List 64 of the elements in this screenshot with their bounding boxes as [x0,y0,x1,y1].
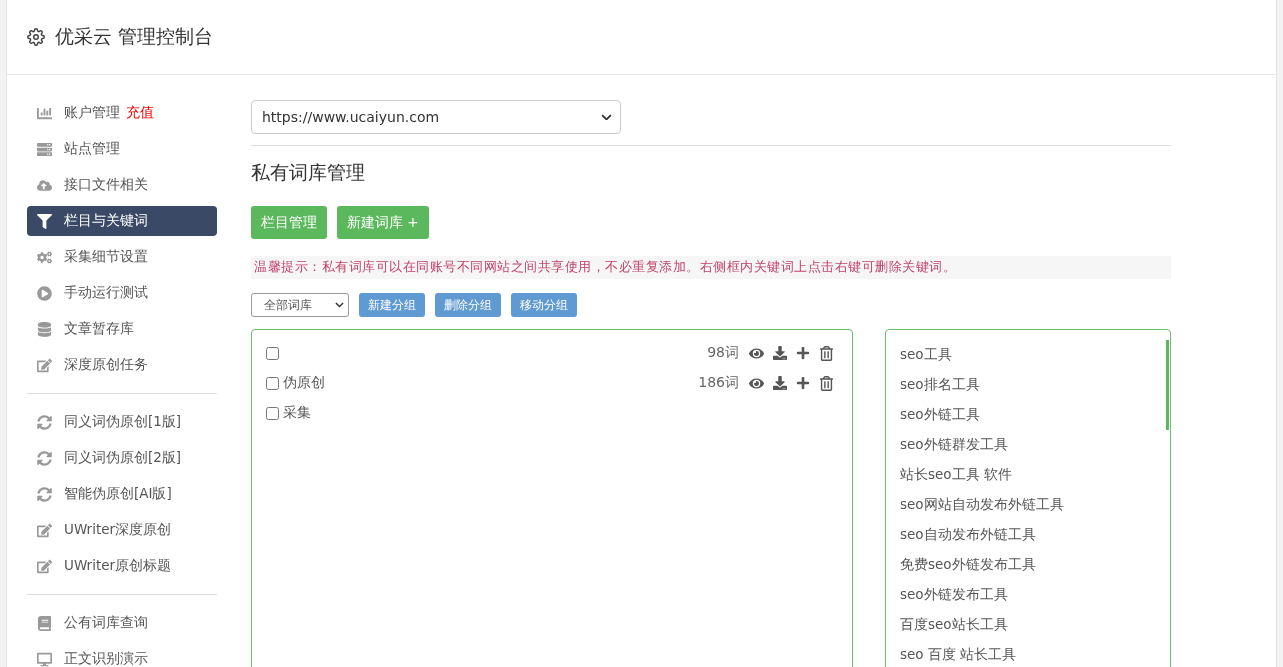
section-heading: 私有词库管理 [251,160,366,185]
sidebar-item[interactable]: 公有词库查询 [27,608,217,638]
word-count: 186词 [698,374,739,392]
sidebar-item[interactable]: 手动运行测试 [27,278,217,308]
filter-icon [37,213,52,229]
scrollbar[interactable] [1166,340,1169,430]
keyword-item[interactable]: seo工具 [886,340,1162,370]
sidebar-item[interactable]: 智能伪原创[AI版] [27,479,217,509]
edit-icon [37,357,52,373]
site-select[interactable]: https://www.ucaiyun.com [251,100,621,134]
keyword-item[interactable]: seo排名工具 [886,370,1162,400]
keyword-item[interactable]: 百度seo站长工具 [886,610,1162,640]
notice-text: 温馨提示：私有词库可以在同账号不同网站之间共享使用，不必重复添加。右侧框内关键词上点击右键可删除关键词。 [251,256,1171,279]
library-select[interactable]: 全部词库 [251,293,349,317]
chevron-down-icon [335,302,344,308]
plus-icon[interactable] [796,346,810,360]
sidebar-item[interactable]: 采集细节设置 [27,242,217,272]
recharge-link[interactable]: 充值 [126,104,154,122]
download-icon[interactable] [773,376,787,390]
keyword-item[interactable]: seo自动发布外链工具 [886,520,1162,550]
database-icon [37,321,52,337]
sidebar-item[interactable]: 深度原创任务 [27,350,217,380]
sidebar-item[interactable]: 同义词伪原创[1版] [27,407,217,437]
group-checkbox[interactable] [266,346,279,360]
bar-chart-icon [37,105,52,121]
group-name: 伪原创 [283,374,325,390]
refresh-icon [37,486,52,502]
download-icon[interactable] [773,346,787,360]
keyword-item[interactable]: seo外链群发工具 [886,430,1162,460]
sidebar-item[interactable]: 站点管理 [27,134,217,164]
keyword-item[interactable]: seo外链发布工具 [886,580,1162,610]
refresh-icon [37,414,52,430]
sidebar-item[interactable]: UWriter原创标题 [27,551,217,581]
sidebar-item[interactable]: 同义词伪原创[2版] [27,443,217,473]
cloud-upload-icon [37,177,52,193]
edit-icon [37,558,52,574]
chevron-down-icon [601,113,612,121]
book-icon [37,615,52,631]
sidebar-item[interactable]: 账户管理 充值 [27,98,217,128]
group-checkbox[interactable] [266,406,279,420]
word-count: 98词 [707,344,739,362]
plus-icon[interactable] [796,376,810,390]
group-checkbox[interactable] [266,376,279,390]
keyword-item[interactable]: seo外链工具 [886,400,1162,430]
server-icon [37,141,52,157]
keyword-item[interactable]: seo 百度 站长工具 [886,640,1162,667]
group-name: 采集 [283,404,311,420]
keyword-item[interactable]: seo网站自动发布外链工具 [886,490,1162,520]
app-title: 优采云 管理控制台 [55,24,214,49]
settings-icon [27,28,45,46]
monitor-icon [37,651,52,667]
sidebar-item[interactable]: 正文识别演示 [27,644,217,667]
keyword-item[interactable]: 免费seo外链发布工具 [886,550,1162,580]
edit-icon [37,522,52,538]
play-icon [37,285,52,301]
keyword-item[interactable]: 站长seo工具 软件 [886,460,1162,490]
sidebar-item[interactable]: UWriter深度原创 [27,515,217,545]
trash-icon[interactable] [819,345,834,361]
sidebar-item[interactable]: 接口文件相关 [27,170,217,200]
sidebar-item[interactable]: 文章暂存库 [27,314,217,344]
gears-icon [37,249,52,265]
sidebar-item[interactable]: 栏目与关键词 [27,206,217,236]
refresh-icon [37,450,52,466]
trash-icon[interactable] [819,375,834,391]
